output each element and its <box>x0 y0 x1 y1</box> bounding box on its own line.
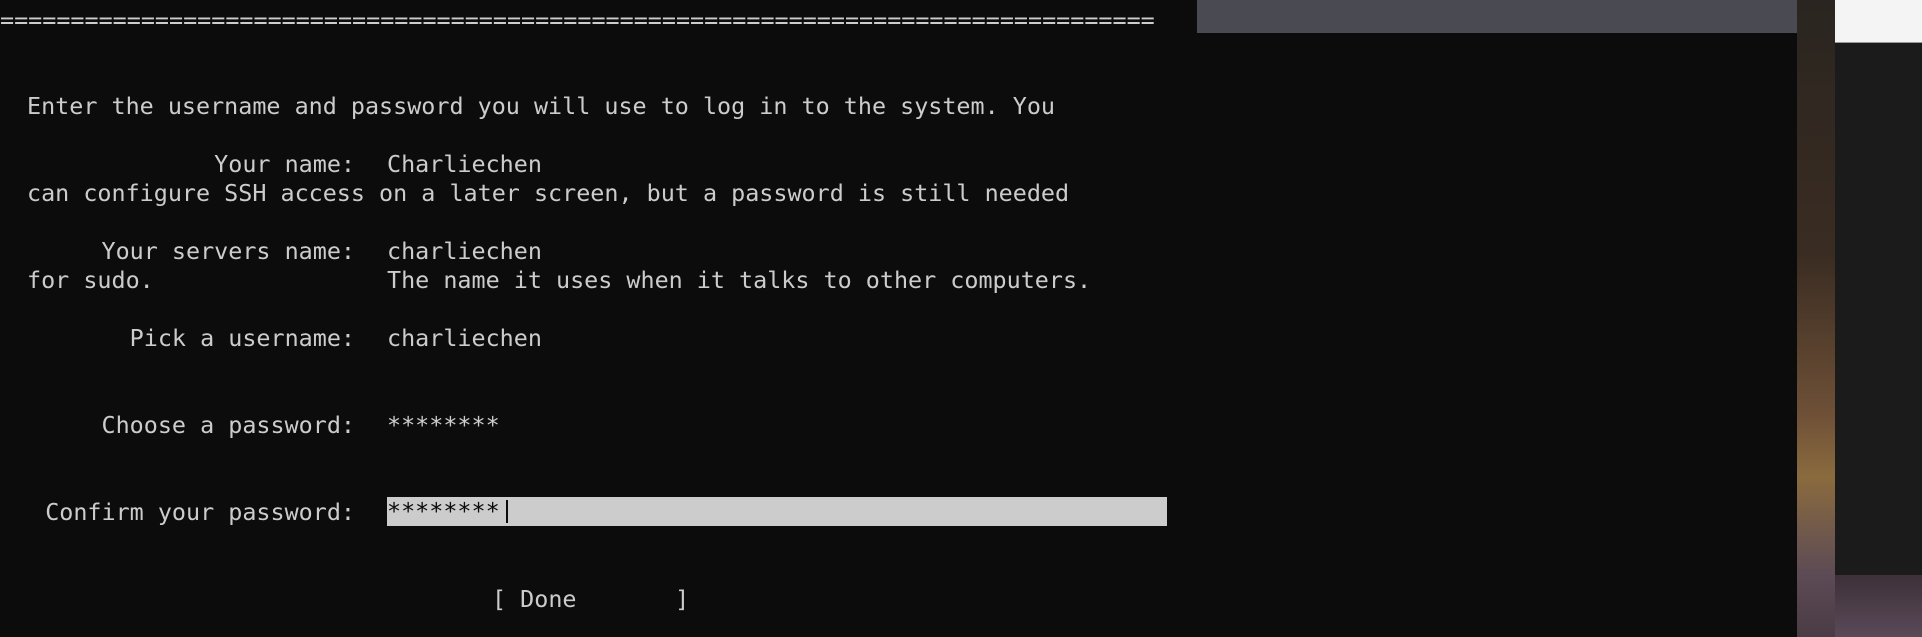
server-name-label: Your servers name: <box>101 237 355 265</box>
username-field[interactable]: charliechen <box>387 324 542 353</box>
header-divider: ========================================… <box>0 6 1155 34</box>
server-name-field[interactable]: charliechen <box>387 237 542 266</box>
intro-text: Enter the username and password you will… <box>27 34 1069 353</box>
username-label: Pick a username: <box>129 324 355 352</box>
confirm-password-field[interactable]: ******** <box>387 497 1167 526</box>
done-button[interactable]: [ Done ] <box>492 585 689 614</box>
password-label: Choose a password: <box>101 411 355 439</box>
name-label: Your name: <box>214 150 355 178</box>
name-field[interactable]: Charliechen <box>387 150 542 179</box>
intro-line: Enter the username and password you will… <box>27 92 1056 120</box>
terminal-titlebar-area <box>1197 0 1797 33</box>
server-name-hint: The name it uses when it talks to other … <box>387 266 1092 294</box>
terminal-window[interactable]: ========================================… <box>0 0 1797 637</box>
screen: ========================================… <box>0 0 1922 637</box>
intro-line: can configure SSH access on a later scre… <box>27 179 1070 207</box>
desktop-wallpaper-corner <box>1835 575 1922 637</box>
background-window[interactable] <box>1835 0 1922 43</box>
desktop-wallpaper <box>1797 0 1835 637</box>
text-cursor <box>506 500 508 523</box>
confirm-password-value: ******** <box>387 497 500 525</box>
password-field[interactable]: ******** <box>387 411 500 440</box>
confirm-password-label: Confirm your password: <box>45 498 355 526</box>
